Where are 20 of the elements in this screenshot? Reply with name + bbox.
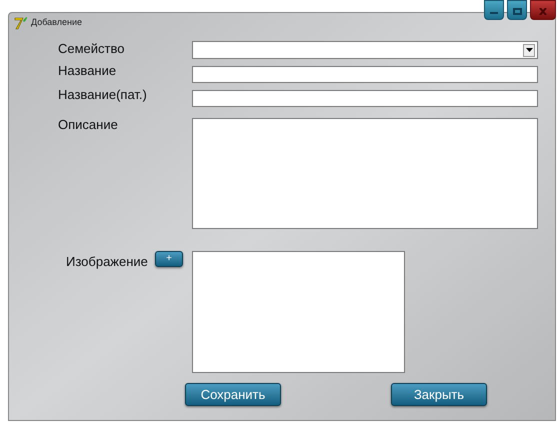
field-label: Описание bbox=[57, 117, 119, 132]
text-field[interactable] bbox=[192, 90, 538, 107]
field-label: Изображение bbox=[65, 253, 149, 269]
close-button[interactable] bbox=[530, 0, 556, 20]
close-button[interactable]: Закрыть bbox=[391, 383, 487, 406]
close-icon bbox=[539, 8, 547, 15]
minimize-button[interactable] bbox=[484, 0, 504, 20]
dropdown-button[interactable] bbox=[523, 44, 535, 56]
maximize-button[interactable] bbox=[507, 0, 527, 20]
combo-box[interactable] bbox=[192, 41, 538, 59]
field-label: Название(пат.) bbox=[57, 87, 148, 102]
text-field[interactable] bbox=[192, 66, 538, 83]
field-label: Семейство bbox=[57, 41, 126, 56]
window-title: Добавление bbox=[31, 16, 82, 30]
save-button[interactable]: Сохранить bbox=[185, 383, 281, 406]
caret-icon bbox=[526, 48, 532, 52]
field-label: Название bbox=[57, 63, 118, 78]
description-field[interactable] bbox=[192, 118, 538, 229]
app-icon bbox=[14, 16, 28, 30]
add-image-button[interactable]: + bbox=[155, 251, 183, 267]
